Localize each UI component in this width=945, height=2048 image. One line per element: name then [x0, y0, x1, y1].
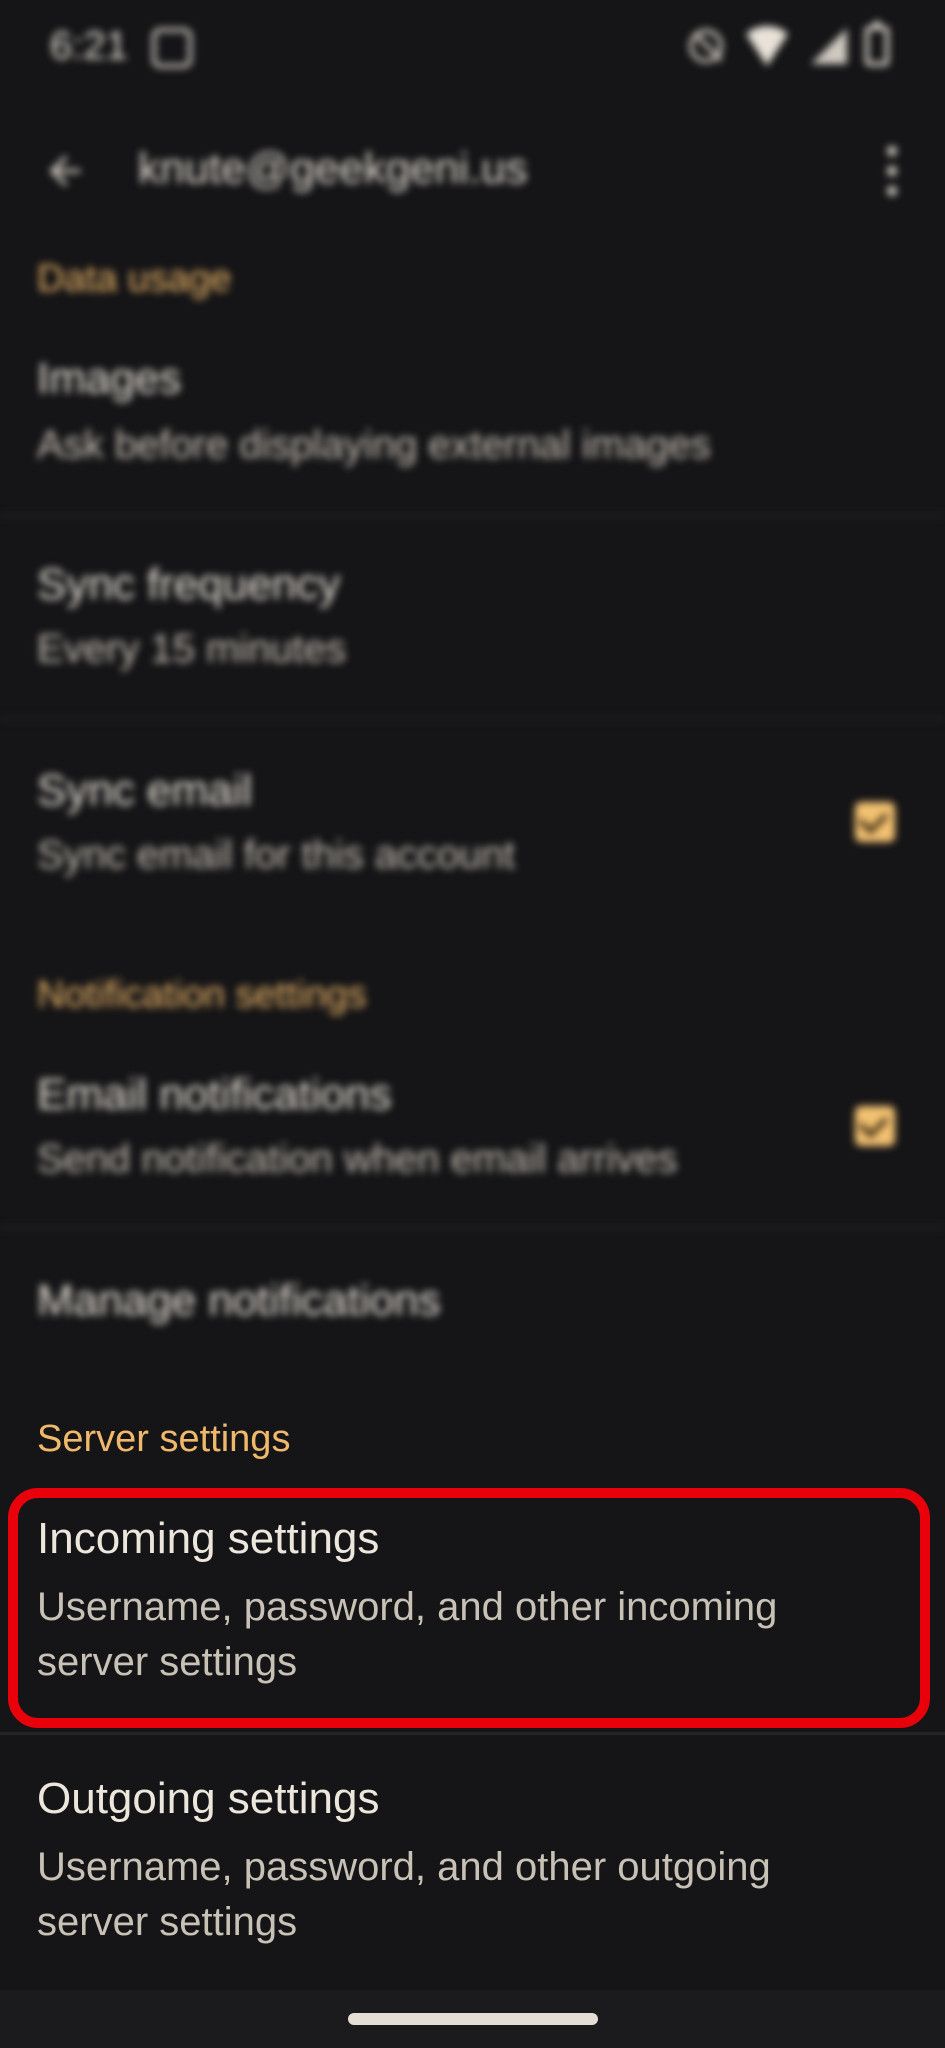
account-title: knute@geekgeni.us: [138, 144, 528, 193]
setting-subtitle-line2: server settings: [37, 1900, 298, 1944]
divider: [0, 717, 945, 720]
email-notifications-checkbox[interactable]: [855, 1106, 895, 1146]
setting-title: Images: [37, 354, 182, 403]
setting-email-notifications[interactable]: Email notifications Send notification wh…: [0, 1058, 945, 1218]
setting-sync-email[interactable]: Sync email Sync email for this account: [0, 754, 945, 914]
more-vert-icon[interactable]: [887, 146, 899, 196]
setting-title: Outgoing settings: [37, 1774, 380, 1823]
setting-images[interactable]: Images Ask before displaying external im…: [0, 340, 945, 510]
divider: [0, 1732, 945, 1735]
divider: [0, 514, 945, 517]
mute-icon: [689, 29, 723, 63]
highlight-box: [8, 1488, 930, 1728]
setting-subtitle: Send notification when email arrives: [37, 1137, 678, 1181]
setting-outgoing-settings[interactable]: Outgoing settings Username, password, an…: [0, 1760, 945, 1980]
gesture-handle[interactable]: [348, 2013, 598, 2025]
setting-manage-notifications[interactable]: Manage notifications: [0, 1260, 945, 1380]
setting-subtitle: Ask before displaying external images: [37, 423, 711, 467]
status-bar: 6:21: [0, 0, 945, 100]
setting-title: Sync frequency: [37, 560, 341, 609]
setting-subtitle: Sync email for this account: [37, 833, 515, 877]
section-header-server-settings: Server settings: [37, 1418, 291, 1460]
section-header-data-usage: Data usage: [37, 258, 232, 300]
notification-icon: [152, 28, 192, 68]
setting-title: Sync email: [37, 766, 253, 815]
section-header-notification-settings: Notification settings: [37, 974, 367, 1016]
signal-icon: [811, 28, 847, 64]
setting-title: Email notifications: [37, 1070, 392, 1119]
wifi-icon: [741, 26, 793, 66]
setting-title: Manage notifications: [37, 1276, 441, 1325]
battery-icon: [865, 21, 889, 66]
status-icons: [689, 21, 889, 66]
app-bar: knute@geekgeni.us: [0, 120, 945, 220]
setting-subtitle: Every 15 minutes: [37, 627, 347, 671]
divider: [0, 1226, 945, 1229]
sync-email-checkbox[interactable]: [855, 802, 895, 842]
setting-sync-frequency[interactable]: Sync frequency Every 15 minutes: [0, 548, 945, 708]
status-time: 6:21: [50, 24, 128, 68]
back-arrow-icon[interactable]: [42, 148, 88, 194]
setting-subtitle-line1: Username, password, and other outgoing: [37, 1845, 771, 1889]
